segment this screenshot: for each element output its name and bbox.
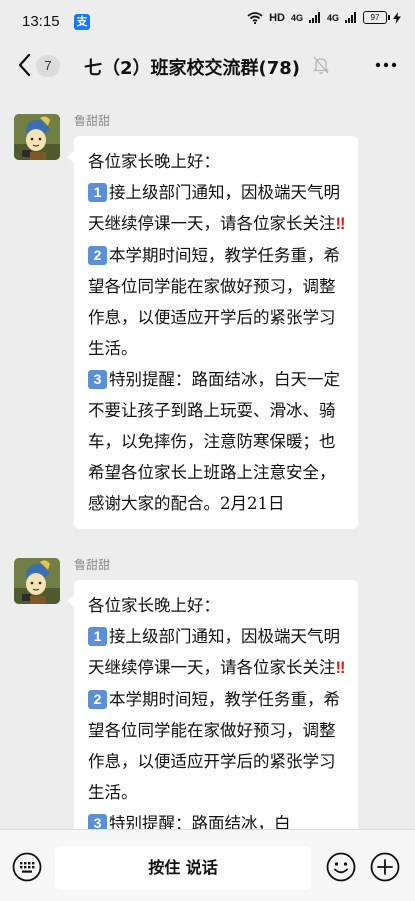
network-label-1: 4G [290,12,303,23]
back-chevron-icon[interactable] [14,51,36,79]
sender-avatar[interactable] [14,558,60,604]
chat-title: 七（2）班家校交流群(78) [84,58,301,79]
notice-item-text: 本学期时间短，教学任务重，希望各位同学能在家做好预习，调整作息，以便适应开学后的… [88,246,340,358]
greeting-line: 各位家长晚上好： [88,152,220,171]
notice-item-text: 接上级部门通知，因极端天气明天继续停课一天，请各位家长关注 [88,627,340,677]
keycap-1-icon: 1 [88,183,107,202]
chat-header: 7 七（2）班家校交流群(78) [0,42,415,88]
sender-avatar[interactable] [14,114,60,160]
notice-item-2: 2 本学期时间短，教学任务重，希望各位同学能在家做好预习，调整作息，以便适应开学后… [88,240,346,364]
notice-item-text: 特别提醒：路面结冰，白天一定不要让孩子到路上玩耍、滑冰、骑车，以免摔伤，注意防寒… [88,370,340,513]
notice-item-3: 3 特别提醒：路面结冰，白天一定不要让孩子到路上玩耍、滑冰、骑车，以免摔伤，注意防… [88,364,346,519]
alipay-notification-icon: 支 [74,14,90,30]
hd-label: HD [269,11,285,24]
signal-icon-1 [308,12,320,23]
signal-icon-2 [345,12,356,23]
notice-item-2: 2 本学期时间短，教学任务重，希望各位同学能在家做好预习，调整作息，以便适应开学后… [88,684,346,808]
message-bubble[interactable]: 各位家长晚上好： 1 接上级部门通知，因极端天气明天继续停课一天，请各位家长关注!… [67,580,358,849]
status-bar: 13:15 支 HD 4G 4G 97 [0,0,415,42]
unread-count-badge[interactable]: 7 [36,55,60,77]
sender-name: 鲁甜甜 [74,558,111,572]
plus-icon[interactable] [370,852,400,882]
bell-muted-icon [312,56,330,74]
notice-item-1: 1 接上级部门通知，因极端天气明天继续停课一天，请各位家长关注!! [88,177,346,240]
double-exclamation-icon: !! [335,215,346,233]
message-bubble[interactable]: 各位家长晚上好： 1 接上级部门通知，因极端天气明天继续停课一天，请各位家长关注!… [67,136,358,529]
charging-icon [393,11,401,24]
chat-input-bar: 按住 说话 [0,829,415,901]
notice-item-text: 接上级部门通知，因极端天气明天继续停课一天，请各位家长关注 [88,183,340,233]
wifi-icon [247,11,263,24]
avatar-girl-with-pearl-earring-icon [14,114,60,160]
greeting-line: 各位家长晚上好： [88,596,220,615]
battery-icon: 97 [363,11,390,24]
notice-item-text: 本学期时间短，教学任务重，希望各位同学能在家做好预习，调整作息，以便适应开学后的… [88,690,340,802]
more-dots-icon[interactable] [375,62,397,68]
keycap-3-icon: 3 [88,370,107,389]
keycap-2-icon: 2 [88,246,107,265]
hold-to-talk-button[interactable]: 按住 说话 [55,846,311,890]
status-time: 13:15 [22,13,60,30]
avatar-girl-with-pearl-earring-icon [14,558,60,604]
sender-name: 鲁甜甜 [74,114,111,128]
network-label-2: 4G [326,12,339,23]
emoji-icon[interactable] [326,852,356,882]
keyboard-icon[interactable] [12,852,42,882]
double-exclamation-icon: !! [335,659,346,677]
keycap-1-icon: 1 [88,627,107,646]
keycap-2-icon: 2 [88,690,107,709]
notice-item-1: 1 接上级部门通知，因极端天气明天继续停课一天，请各位家长关注!! [88,621,346,684]
status-indicators: HD 4G 4G 97 [247,11,401,24]
